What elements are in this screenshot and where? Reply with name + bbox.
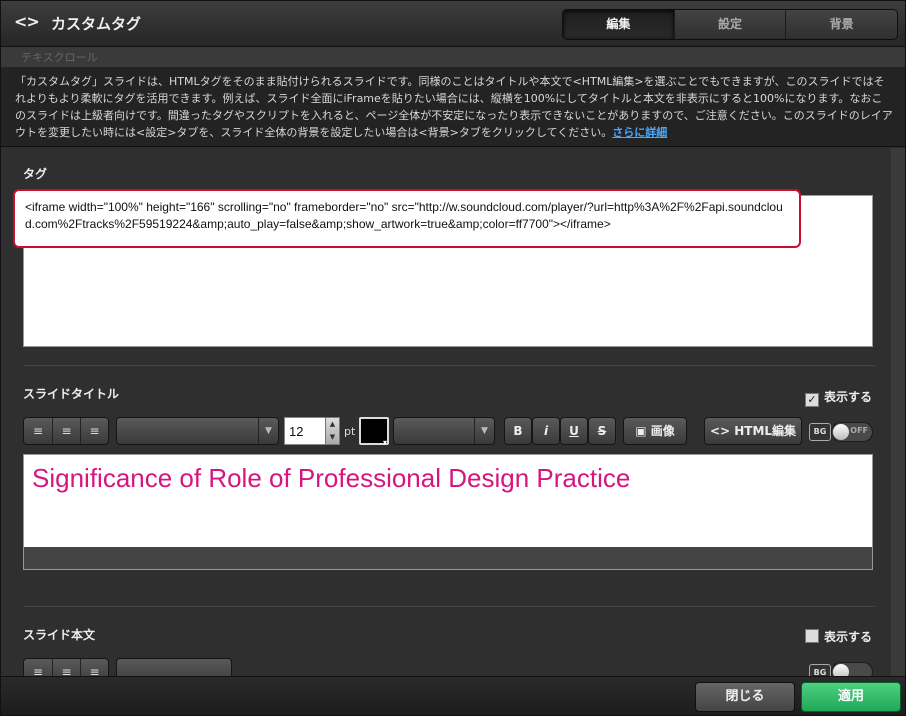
- apply-button[interactable]: 適用: [801, 682, 901, 712]
- align-button-group: ≡ ≡ ≡: [23, 417, 109, 445]
- slide-body-label: スライド本文: [23, 628, 96, 642]
- image-button-label: 画像: [650, 424, 675, 438]
- title-show-label: 表示する: [824, 390, 873, 404]
- slide-title-editor[interactable]: Significance of Role of Professional Des…: [23, 454, 873, 570]
- tag-code-value[interactable]: <iframe width="100%" height="166" scroll…: [13, 189, 801, 248]
- italic-button[interactable]: i: [532, 417, 560, 445]
- slide-title-label: スライドタイトル: [23, 387, 120, 401]
- text-color-picker[interactable]: [359, 417, 389, 447]
- divider: [23, 606, 875, 607]
- background-ghost-text: テキスクロール: [1, 47, 905, 67]
- image-icon: ▣: [635, 424, 651, 438]
- font-size-unit: pt: [344, 425, 356, 438]
- html-edit-label: HTML編集: [734, 424, 797, 438]
- body-show-label: 表示する: [824, 630, 873, 644]
- scrollbar[interactable]: [891, 148, 905, 676]
- checkmark-icon: ✓: [805, 393, 819, 407]
- divider: [23, 365, 875, 366]
- chevron-down-icon: ▼: [258, 418, 278, 444]
- tag-section-label: タグ: [23, 167, 48, 181]
- tab-edit[interactable]: 編集: [563, 10, 674, 39]
- dialog-title: カスタムタグ: [51, 15, 142, 33]
- title-bar: <> カスタムタグ 編集 設定 背景: [1, 1, 905, 47]
- bg-badge: BG: [809, 423, 831, 441]
- tab-background[interactable]: 背景: [785, 10, 897, 39]
- font-size-stepper[interactable]: ▲ ▼: [325, 417, 340, 445]
- checkbox-empty-icon: [805, 629, 819, 643]
- editor-bottom-band: [24, 547, 872, 569]
- description-text: 「カスタムタグ」スライドは、HTMLタグをそのまま貼付けられるスライドです。同様…: [1, 67, 905, 147]
- toggle-knob: [833, 424, 849, 440]
- align-center-icon[interactable]: ≡: [52, 418, 80, 444]
- font-style-select[interactable]: ▼: [393, 417, 495, 445]
- html-edit-button[interactable]: <> HTML編集: [704, 417, 802, 445]
- align-left-icon[interactable]: ≡: [24, 418, 52, 444]
- footer-bar: 閉じる 適用: [1, 676, 905, 715]
- toggle-off-label: OFF: [850, 426, 868, 435]
- body-show-checkbox[interactable]: 表示する: [805, 628, 872, 645]
- font-size-input[interactable]: 12: [284, 417, 326, 445]
- slide-title-value[interactable]: Significance of Role of Professional Des…: [32, 463, 630, 494]
- underline-button[interactable]: U: [560, 417, 588, 445]
- bold-button[interactable]: B: [504, 417, 532, 445]
- insert-image-button[interactable]: ▣ 画像: [623, 417, 687, 445]
- code-icon: <>: [14, 12, 40, 31]
- close-button[interactable]: 閉じる: [695, 682, 795, 712]
- font-family-select[interactable]: ▼: [116, 417, 279, 445]
- title-bg-toggle[interactable]: OFF: [831, 422, 873, 442]
- more-details-link[interactable]: さらに詳細: [612, 126, 667, 139]
- code-icon: <>: [709, 424, 735, 438]
- tab-settings[interactable]: 設定: [673, 10, 786, 39]
- strikethrough-button[interactable]: S: [588, 417, 616, 445]
- align-right-icon[interactable]: ≡: [80, 418, 108, 444]
- custom-tag-dialog: <> カスタムタグ 編集 設定 背景 テキスクロール 「カスタムタグ」スライドは…: [0, 0, 906, 716]
- description-body: 「カスタムタグ」スライドは、HTMLタグをそのまま貼付けられるスライドです。同様…: [15, 75, 893, 139]
- tab-group: 編集 設定 背景: [562, 9, 898, 40]
- chevron-down-icon: ▼: [474, 418, 494, 444]
- title-show-checkbox[interactable]: ✓ 表示する: [805, 388, 872, 407]
